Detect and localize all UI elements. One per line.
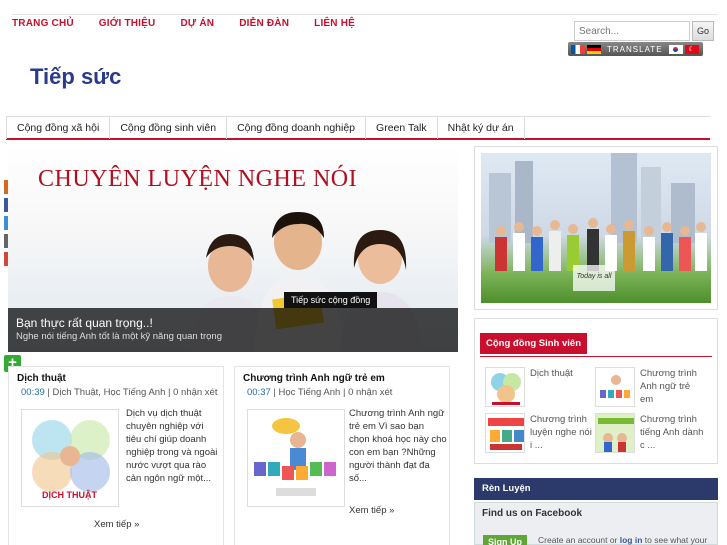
post-thumbnail[interactable]: [247, 409, 345, 507]
menu-student-community[interactable]: Cộng đồng sinh viên: [110, 117, 228, 139]
widget-divider: [480, 356, 712, 357]
post-excerpt: Dịch vụ dịch thuật chuyên nghiệp với tiê…: [126, 408, 218, 484]
post-meta-text[interactable]: | Học Tiếng Anh | 0 nhận xét: [271, 387, 392, 398]
flag-kr-icon[interactable]: [668, 44, 683, 54]
post-title[interactable]: Dịch thuật: [17, 373, 66, 384]
post-card: Chương trình Anh ngữ trẻ em 00:37 | Học …: [234, 366, 450, 545]
flag-tr-icon[interactable]: ☾: [684, 44, 699, 54]
post-meta-text[interactable]: | Dịch Thuật, Học Tiếng Anh | 0 nhận xét: [45, 387, 217, 398]
flag-de-icon[interactable]: [587, 44, 601, 54]
facebook-login-link[interactable]: log in: [620, 535, 643, 545]
menu-social-community[interactable]: Cộng đồng xã hội: [6, 117, 111, 139]
thumb-label: DỊCH THUẬT: [42, 489, 97, 500]
slider-caption-text: Nghe nói tiếng Anh tốt là một kỹ năng qu…: [16, 331, 222, 342]
search-input[interactable]: [574, 21, 690, 41]
post-card: Dịch thuật 00:39 | Dịch Thuật, Học Tiếng…: [8, 366, 224, 545]
facebook-login-message: Create an account or log in to see what …: [538, 535, 707, 545]
facebook-widget: Find us on Facebook Sign Up Create an ac…: [474, 502, 718, 545]
slider-caption[interactable]: Bạn thực rất quan trọng..! Nghe nói tiến…: [8, 308, 458, 352]
related-post-thumb[interactable]: [595, 413, 635, 453]
training-widget-title[interactable]: Rèn Luyện: [474, 478, 718, 500]
fb-msg-a: Create an account or: [538, 535, 620, 545]
search-button[interactable]: Go: [692, 21, 714, 41]
page: TRANG CHỦ GIỚI THIỆU DỰ ÁN DIỄN ĐÀN LIÊN…: [0, 0, 727, 545]
related-post-title[interactable]: Dịch thuật: [530, 367, 596, 380]
post-time[interactable]: 00:39: [21, 387, 45, 398]
translate-bar[interactable]: TRANSLATE ☾: [568, 42, 703, 56]
widget-title[interactable]: Cộng đồng Sinh viên: [480, 333, 587, 354]
related-thumb-image: [491, 373, 521, 405]
read-more-link[interactable]: Xem tiếp »: [349, 505, 394, 516]
topnav-contact[interactable]: LIÊN HỆ: [314, 18, 355, 29]
main-menu: Cộng đồng xã hội Cộng đồng sinh viên Cộn…: [6, 116, 710, 140]
menu-project-diary[interactable]: Nhật ký dự án: [438, 117, 525, 139]
site-title[interactable]: Tiếp sức: [30, 64, 121, 90]
menu-business-community[interactable]: Cộng đồng doanh nghiệp: [227, 117, 367, 139]
related-post[interactable]: Dịch thuật: [481, 367, 591, 411]
post-excerpt: Chương trình Anh ngữ trẻ em Vì sao bạn c…: [349, 408, 447, 484]
menu-green-talk[interactable]: Green Talk: [366, 117, 438, 139]
related-post-title[interactable]: Chương trình tiếng Anh dành c ...: [640, 413, 706, 452]
sidebar-photo[interactable]: Today is all: [474, 146, 718, 310]
post-meta: 00:39 | Dịch Thuật, Học Tiếng Anh | 0 nh…: [21, 387, 217, 398]
facebook-widget-title: Find us on Facebook: [482, 508, 583, 519]
flag-fr-icon[interactable]: [571, 44, 585, 54]
facebook-signup-button[interactable]: Sign Up: [483, 535, 527, 545]
fb-msg-c: to see what your: [642, 535, 708, 545]
post-meta: 00:37 | Học Tiếng Anh | 0 nhận xét: [247, 387, 392, 398]
topnav-projects[interactable]: DỰ ÁN: [180, 18, 214, 29]
related-thumb-image: [488, 418, 524, 450]
related-post[interactable]: Chương trình luyện nghe nói i ...: [481, 413, 592, 457]
related-post-thumb[interactable]: [485, 367, 525, 407]
post-time[interactable]: 00:37: [247, 387, 271, 398]
top-nav: TRANG CHỦ GIỚI THIỆU DỰ ÁN DIỄN ĐÀN LIÊN…: [12, 18, 380, 29]
read-more-link[interactable]: Xem tiếp »: [94, 519, 139, 530]
related-post-title[interactable]: Chương trình Anh ngữ trẻ em: [640, 367, 706, 406]
slider-category-tag[interactable]: Tiếp sức cộng đồng: [284, 292, 378, 308]
topnav-forum[interactable]: DIỄN ĐÀN: [239, 18, 289, 29]
translation-thumb-image: DỊCH THUẬT: [32, 420, 110, 500]
related-post-thumb[interactable]: [485, 413, 525, 453]
post-title[interactable]: Chương trình Anh ngữ trẻ em: [243, 373, 385, 384]
sidebar-photo-caption: Today is all: [573, 265, 615, 291]
related-thumb-image: [596, 414, 634, 452]
slider-caption-title[interactable]: Bạn thực rất quan trọng..!: [16, 316, 153, 330]
student-community-widget: Cộng đồng Sinh viên Dịch thuật Chương tr…: [474, 318, 718, 464]
kids-english-thumb-image: [248, 410, 344, 506]
related-post-thumb[interactable]: [595, 367, 635, 407]
related-post[interactable]: Chương trình tiếng Anh dành c ...: [591, 413, 703, 457]
related-thumb-image: [600, 375, 630, 398]
sidebar-photo-image: Today is all: [481, 153, 711, 303]
translate-label: TRANSLATE: [607, 44, 663, 54]
related-post-title[interactable]: Chương trình luyện nghe nói i ...: [530, 413, 596, 452]
related-post[interactable]: Chương trình Anh ngữ trẻ em: [591, 367, 701, 411]
topnav-about[interactable]: GIỚI THIỆU: [99, 18, 156, 29]
topnav-home[interactable]: TRANG CHỦ: [12, 18, 74, 29]
post-thumbnail[interactable]: DỊCH THUẬT: [21, 409, 119, 507]
